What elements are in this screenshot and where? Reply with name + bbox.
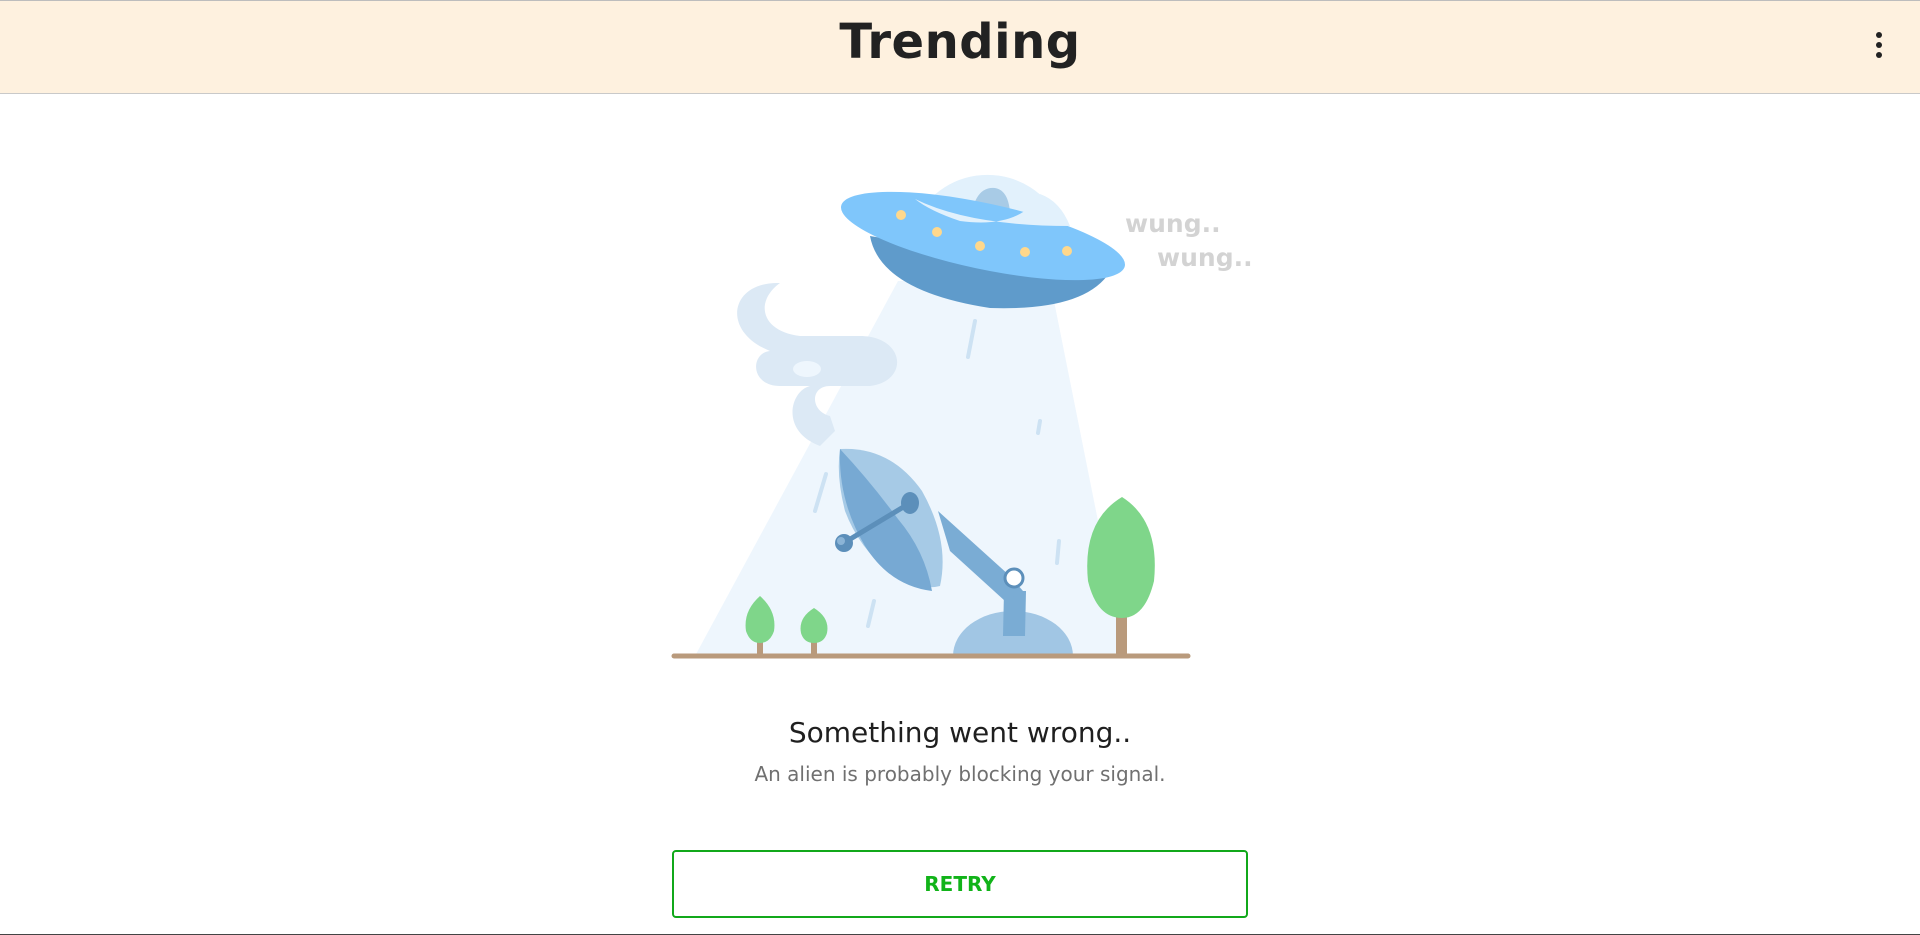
more-vert-icon-dot-3 bbox=[1876, 52, 1882, 58]
dash-2 bbox=[1036, 419, 1042, 435]
error-subtitle: An alien is probably blocking your signa… bbox=[754, 762, 1166, 786]
smoke-hole-2 bbox=[893, 395, 921, 413]
ufo-light-4 bbox=[1020, 247, 1030, 257]
dish-joint bbox=[1003, 567, 1025, 589]
page-title: Trending bbox=[839, 14, 1081, 70]
overflow-menu-button[interactable] bbox=[1864, 23, 1894, 67]
smoke-hole-1 bbox=[893, 327, 921, 345]
retry-button[interactable]: RETRY bbox=[672, 850, 1248, 918]
smoke-hole-3 bbox=[793, 361, 821, 377]
ufo-light-1 bbox=[896, 210, 906, 220]
dish-antenna-tip-hl bbox=[837, 537, 845, 545]
error-illustration: wung.. wung.. bbox=[660, 131, 1260, 671]
ufo-light-5 bbox=[1062, 246, 1072, 256]
error-title: Something went wrong.. bbox=[788, 716, 1132, 749]
ufo-satellite-illustration: wung.. wung.. bbox=[671, 154, 1253, 659]
more-vert-icon bbox=[1876, 32, 1882, 38]
ufo-dome-shine bbox=[943, 154, 984, 173]
ufo-light-2 bbox=[932, 227, 942, 237]
dash-4 bbox=[1055, 539, 1061, 565]
sound-text-1: wung.. bbox=[1125, 209, 1221, 238]
smoke-dot bbox=[751, 295, 765, 305]
ufo-light-3 bbox=[975, 241, 985, 251]
dish-feed bbox=[901, 492, 919, 514]
tree-large bbox=[1087, 497, 1155, 618]
more-vert-icon-dot-2 bbox=[1876, 42, 1882, 48]
app-page: Trending wung.. wung.. Something went wr… bbox=[0, 0, 1920, 935]
sound-text-2: wung.. bbox=[1157, 243, 1253, 272]
top-app-bar: Trending bbox=[0, 1, 1920, 94]
